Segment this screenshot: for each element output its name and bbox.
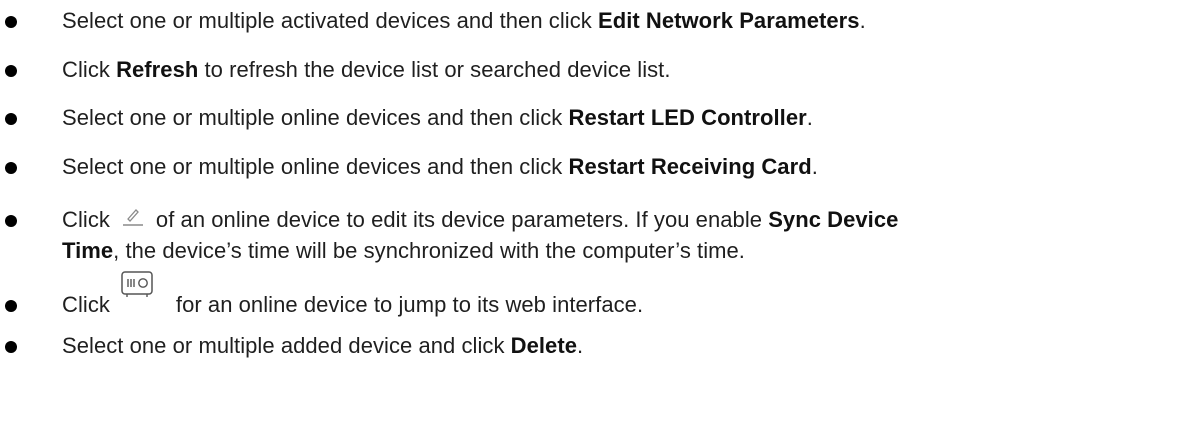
pencil-edit-icon [120, 206, 146, 228]
list-item-text: Click for an online device to jump to its… [62, 271, 644, 320]
list-item-text: Click Refresh to refresh the device list… [62, 55, 671, 85]
item-text-after: . [859, 8, 866, 33]
item-text-after: . [806, 105, 813, 130]
bullet-icon [5, 16, 17, 28]
item-text-after: for an online device to jump to its web … [175, 292, 644, 317]
bullet-icon [5, 341, 17, 353]
bullet-icon [5, 162, 17, 174]
item-text-after: to refresh the device list or searched d… [198, 57, 671, 82]
item-bold-term: Sync Device [768, 207, 899, 232]
item-text-before: Click [62, 57, 117, 82]
item-text-before: Select one or multiple online devices an… [62, 105, 569, 130]
instruction-list: Select one or multiple activated devices… [0, 0, 1183, 432]
item-text-before: Select one or multiple activated devices… [62, 8, 598, 33]
item-text-after: . [577, 333, 584, 358]
bullet-icon [5, 300, 17, 312]
item-bold-term: Edit Network Parameters [597, 8, 860, 33]
device-web-icon [120, 270, 154, 298]
list-item-text: Click of an online device to edit its dev… [62, 205, 898, 235]
item-text-before: Select one or multiple online devices an… [62, 154, 569, 179]
item-click-word: Click [62, 292, 110, 317]
item-click-word: Click [62, 207, 110, 232]
item-text-after: , the device’s time will be synchronized… [113, 238, 745, 263]
item-bold-term: Delete [510, 333, 578, 358]
list-item-text-continued: Time, the device’s time will be synchron… [62, 236, 745, 266]
item-bold-term: Time [62, 238, 114, 263]
item-text-before: Select one or multiple added device and … [62, 333, 511, 358]
bullet-icon [5, 215, 17, 227]
list-item-text: Select one or multiple activated devices… [62, 6, 866, 36]
list-item-text: Select one or multiple added device and … [62, 331, 583, 361]
item-bold-term: Restart Receiving Card [568, 154, 812, 179]
list-item-text: Select one or multiple online devices an… [62, 103, 813, 133]
item-text-before: of an online device to edit its device p… [155, 207, 769, 232]
item-bold-term: Restart LED Controller [568, 105, 807, 130]
bullet-icon [5, 65, 17, 77]
list-item-text: Select one or multiple online devices an… [62, 152, 818, 182]
item-bold-term: Refresh [116, 57, 199, 82]
bullet-icon [5, 113, 17, 125]
item-text-after: . [811, 154, 818, 179]
